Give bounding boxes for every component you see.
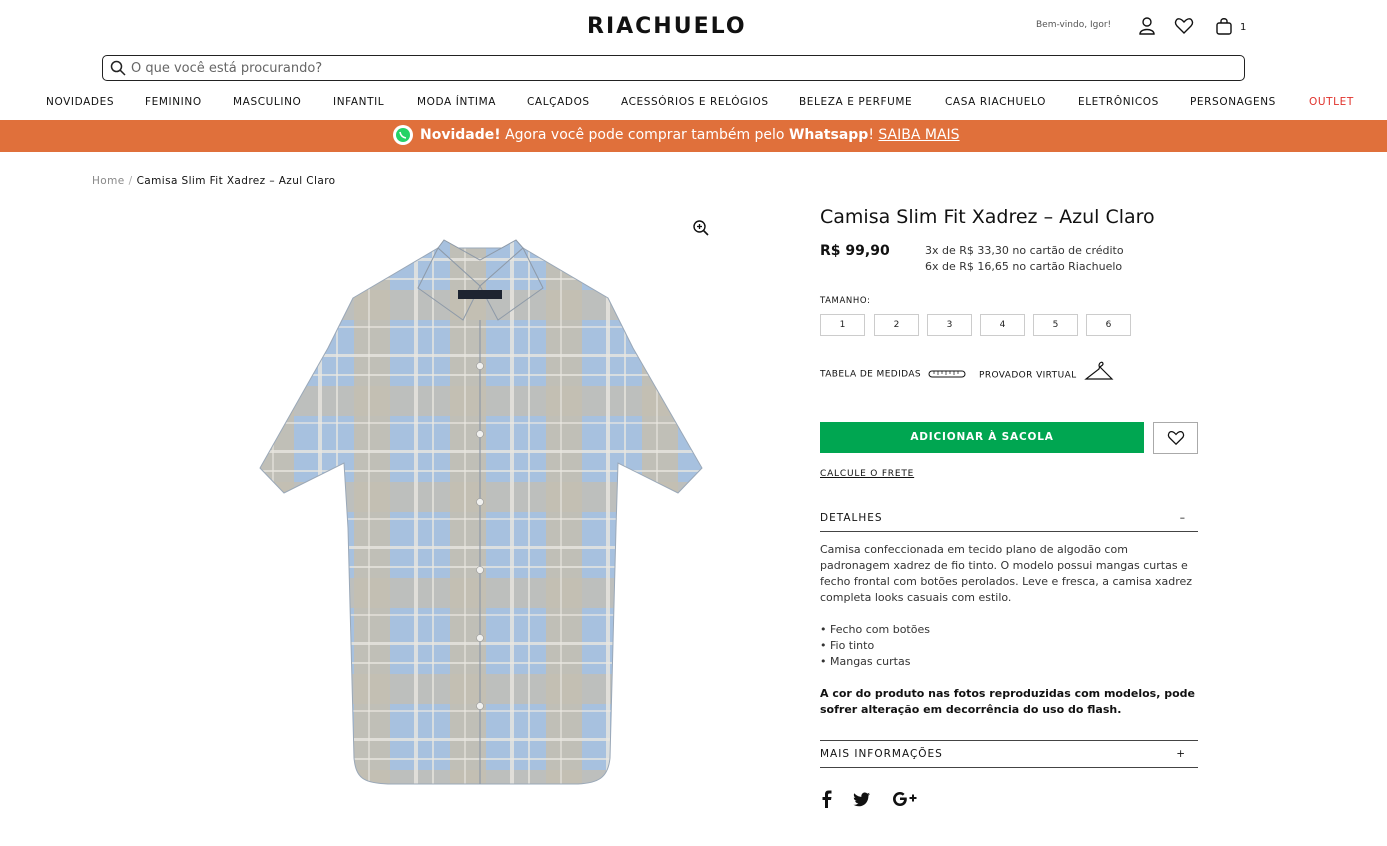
details-content: Camisa confeccionada em tecido plano de … [820,542,1200,734]
nav-item-feminino[interactable]: FEMININO [145,96,202,108]
nav-item-outlet[interactable]: OUTLET [1309,96,1354,108]
banner-text-part: Agora você pode comprar também pelo [500,127,789,143]
promo-banner: Novidade! Agora você pode comprar também… [0,120,1387,152]
size-chart-label: TABELA DE MEDIDAS [820,369,922,380]
nav-item-beleza[interactable]: BELEZA E PERFUME [799,96,912,108]
size-option-6[interactable]: 6 [1086,314,1131,336]
nav-item-casa[interactable]: CASA RIACHUELO [945,96,1046,108]
banner-text-part2: ! [868,127,879,143]
add-to-wishlist-button[interactable] [1153,422,1198,454]
breadcrumb: Home / Camisa Slim Fit Xadrez – Azul Claro [92,175,336,187]
feature-item: • Fecho com botões [820,623,930,636]
bag-icon[interactable] [1214,16,1234,36]
product-price: R$ 99,90 [820,243,890,259]
whatsapp-icon [393,125,413,145]
size-option-5[interactable]: 5 [1033,314,1078,336]
more-info-label: MAIS INFORMAÇÕES [820,748,943,760]
nav-item-calcados[interactable]: CALÇADOS [527,96,590,108]
size-label: TAMANHO: [820,296,871,306]
details-accordion-header[interactable]: DETALHES – [820,512,1198,532]
nav-item-acessorios[interactable]: ACESSÓRIOS E RELÓGIOS [621,96,769,108]
google-plus-icon[interactable] [892,790,918,812]
bag-count: 1 [1240,22,1247,33]
nav-item-infantil[interactable]: INFANTIL [333,96,384,108]
feature-item: • Fio tinto [820,639,875,652]
banner-bold-whatsapp: Whatsapp [788,127,869,143]
breadcrumb-separator: / [128,175,133,187]
saiba-mais-link[interactable]: SAIBA MAIS [878,127,959,143]
product-image[interactable] [258,238,704,786]
size-option-2[interactable]: 2 [874,314,919,336]
hanger-icon [1084,361,1114,380]
feature-list: • Fecho com botões • Fio tinto • Mangas … [820,622,1200,670]
size-chart-link[interactable]: TABELA DE MEDIDAS [820,369,966,380]
virtual-fitting-label: PROVADOR VIRTUAL [979,370,1077,381]
size-option-4[interactable]: 4 [980,314,1025,336]
size-option-1[interactable]: 1 [820,314,865,336]
more-info-accordion-header[interactable]: MAIS INFORMAÇÕES + [820,740,1198,768]
product-description: Camisa confeccionada em tecido plano de … [820,543,1193,604]
installment-riachuelo: 6x de R$ 16,65 no cartão Riachuelo [925,260,1123,273]
feature-item: • Mangas curtas [820,655,911,668]
heart-icon [1167,431,1185,446]
collapse-icon: – [1179,512,1186,524]
search-input[interactable] [131,58,1231,78]
size-option-3[interactable]: 3 [927,314,972,336]
calculate-shipping-link[interactable]: CALCULE O FRETE [820,469,914,479]
banner-bold-novidade: Novidade! [420,127,501,143]
details-label: DETALHES [820,512,883,524]
breadcrumb-current: Camisa Slim Fit Xadrez – Azul Claro [136,175,336,187]
virtual-fitting-link[interactable]: PROVADOR VIRTUAL [979,361,1114,381]
welcome-text: Bem-vindo, Igor! [1036,20,1112,30]
search-bar[interactable] [102,55,1245,81]
twitter-icon[interactable] [853,790,871,812]
nav-item-novidades[interactable]: NOVIDADES [46,96,114,108]
nav-item-personagens[interactable]: PERSONAGENS [1190,96,1276,108]
site-logo[interactable]: RIACHUELO [587,14,747,39]
nav-item-masculino[interactable]: MASCULINO [233,96,301,108]
product-title: Camisa Slim Fit Xadrez – Azul Claro [820,206,1155,228]
nav-item-eletronicos[interactable]: ELETRÔNICOS [1078,96,1159,108]
breadcrumb-home[interactable]: Home [92,175,125,187]
color-disclaimer: A cor do produto nas fotos reproduzidas … [820,687,1195,716]
banner-text: Novidade! Agora você pode comprar também… [420,127,960,143]
measuring-tape-icon [928,370,966,378]
nav-item-moda-intima[interactable]: MODA ÍNTIMA [417,96,496,108]
heart-icon[interactable] [1174,16,1194,36]
facebook-icon[interactable] [820,790,832,812]
main-nav: NOVIDADES FEMININO MASCULINO INFANTIL MO… [0,96,1387,114]
expand-icon: + [1176,748,1186,760]
installment-credit: 3x de R$ 33,30 no cartão de crédito [925,244,1124,257]
user-icon[interactable] [1137,16,1157,36]
search-icon[interactable] [110,60,126,76]
add-to-bag-button[interactable]: ADICIONAR À SACOLA [820,422,1144,453]
